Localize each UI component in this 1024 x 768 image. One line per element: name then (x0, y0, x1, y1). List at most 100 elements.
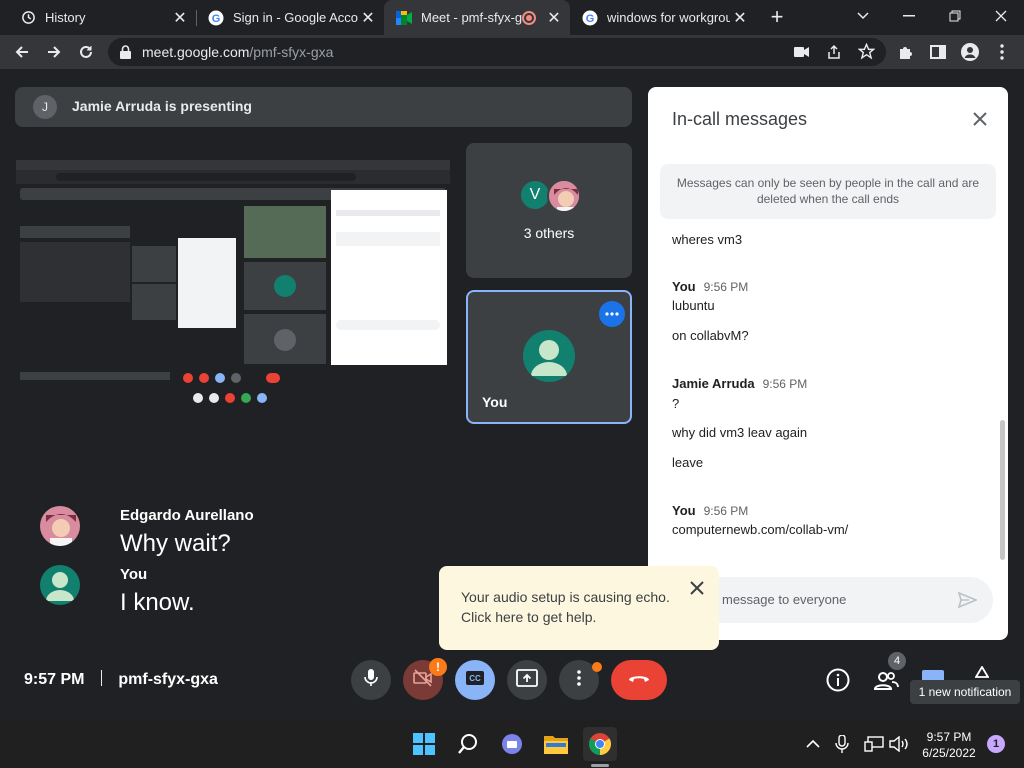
bookmark-star-icon[interactable] (857, 42, 876, 65)
svg-text:G: G (212, 13, 221, 25)
tab-title: Sign in - Google Accou (233, 10, 358, 25)
meeting-time: 9:57 PM (24, 671, 85, 688)
tray-volume-icon[interactable] (889, 735, 909, 753)
taskbar-date: 6/25/2022 (922, 746, 976, 760)
active-app-indicator (591, 764, 609, 767)
menu-kebab-icon[interactable] (988, 38, 1016, 66)
participant-tile-you[interactable]: You (466, 290, 632, 424)
history-icon (20, 10, 36, 26)
back-icon[interactable] (8, 38, 36, 66)
minimize-button[interactable] (886, 0, 932, 32)
tab-title: windows for workgrou (607, 10, 730, 25)
echo-warning-toast[interactable]: Your audio setup is causing echo. Click … (439, 566, 719, 650)
chat-message-header: You 9:56 PM (672, 279, 749, 294)
browser-toolbar: meet.google.com/pmf-sfyx-gxa (0, 35, 1024, 69)
share-icon[interactable] (826, 44, 842, 65)
recording-icon (522, 10, 536, 25)
lock-icon[interactable] (120, 45, 131, 64)
tile-options-button[interactable] (599, 301, 625, 327)
chat-message-header: You 9:56 PM (672, 503, 749, 518)
presenting-banner: J Jamie Arruda is presenting (15, 87, 632, 127)
chat-message: on collabvM? (672, 328, 749, 343)
chat-message: computernewb.com/collab-vm/ (672, 522, 849, 537)
avatar-photo (547, 179, 581, 213)
close-tab-icon[interactable]: ✕ (544, 8, 564, 28)
teams-chat-icon[interactable] (495, 727, 529, 761)
taskbar-clock[interactable]: 9:57 PM 6/25/2022 (918, 729, 980, 761)
shared-screen-image (16, 160, 450, 408)
close-tab-icon[interactable]: ✕ (730, 8, 750, 28)
tab-windows[interactable]: G windows for workgrou ✕ (570, 0, 756, 35)
svg-text:CC: CC (469, 674, 481, 683)
search-icon[interactable] (451, 727, 485, 761)
close-tab-icon[interactable]: ✕ (358, 8, 378, 28)
others-label: 3 others (523, 225, 575, 241)
side-panel-icon[interactable] (924, 38, 952, 66)
tab-search-icon[interactable] (840, 0, 886, 32)
meeting-info: 9:57 PM pmf-sfyx-gxa (24, 670, 218, 689)
taskbar-time: 9:57 PM (926, 730, 972, 744)
tab-meet[interactable]: Meet - pmf-sfyx-g ✕ (384, 0, 570, 35)
chat-message: lubuntu (672, 298, 715, 313)
presenting-text: Jamie Arruda is presenting (72, 98, 252, 114)
chat-message: why did vm3 leav again (672, 425, 808, 440)
forward-icon[interactable] (40, 38, 68, 66)
chat-scrollbar[interactable] (1000, 420, 1005, 560)
panel-title: In-call messages (672, 109, 808, 129)
leave-call-button[interactable] (611, 660, 667, 700)
close-window-button[interactable] (978, 0, 1024, 32)
tray-network-icon[interactable] (864, 736, 884, 752)
google-icon: G (208, 10, 224, 26)
tab-strip: History ✕ G Sign in - Google Accou ✕ Mee… (0, 0, 1024, 35)
activities-icon[interactable] (974, 665, 990, 680)
caption-text: Why wait? (120, 530, 231, 557)
meet-icon (396, 10, 412, 26)
you-label: You (482, 394, 508, 410)
chat-message-header: Jamie Arruda 9:56 PM (672, 376, 808, 391)
close-toast-icon[interactable] (689, 580, 705, 596)
camera-indicator-icon[interactable] (794, 45, 810, 63)
toast-line-2: Click here to get help. (461, 609, 597, 625)
close-tab-icon[interactable]: ✕ (170, 8, 190, 28)
send-icon[interactable] (957, 590, 979, 615)
tab-sign-in[interactable]: G Sign in - Google Accou ✕ (196, 0, 384, 35)
extensions-icon[interactable] (892, 38, 920, 66)
notification-tooltip: 1 new notification (910, 680, 1020, 704)
file-explorer-icon[interactable] (539, 727, 573, 761)
chrome-taskbar-icon[interactable] (583, 727, 617, 761)
reload-icon[interactable] (72, 38, 100, 66)
tray-microphone-icon[interactable] (835, 734, 849, 753)
start-windows-icon[interactable] (407, 727, 441, 761)
meeting-details-icon[interactable] (825, 667, 851, 693)
tray-chevron-up-icon[interactable] (805, 736, 821, 752)
people-count-badge: 4 (888, 652, 906, 670)
close-panel-icon[interactable] (970, 109, 990, 129)
chat-message: leave (672, 455, 704, 470)
new-tab-button[interactable]: + (764, 4, 790, 30)
people-icon[interactable] (872, 667, 900, 693)
address-bar[interactable]: meet.google.com/pmf-sfyx-gxa (108, 38, 886, 66)
tab-history[interactable]: History ✕ (8, 0, 196, 35)
toast-line-1: Your audio setup is causing echo. (461, 589, 670, 605)
caption-avatar-icon (40, 565, 80, 605)
message-input-placeholder: message to everyone (722, 592, 847, 607)
profile-icon[interactable] (956, 38, 984, 66)
more-vert-icon (577, 669, 581, 691)
shared-screen (16, 160, 450, 408)
you-avatar-icon (523, 330, 575, 382)
google-icon: G (582, 10, 598, 26)
tab-title: Meet - pmf-sfyx-g (421, 10, 522, 25)
captions-button[interactable]: CC (455, 660, 495, 700)
chat-panel: In-call messages Messages can only be se… (648, 87, 1008, 640)
chat-message: ? (672, 396, 680, 411)
notification-center-badge[interactable]: 1 (987, 735, 1005, 753)
participants-tile-others[interactable]: V 3 others (466, 143, 632, 278)
camera-button[interactable]: ! (403, 658, 447, 700)
camera-alert-badge: ! (429, 658, 447, 676)
restore-button[interactable] (932, 0, 978, 32)
caption-text: I know. (120, 589, 195, 616)
more-options-button[interactable] (559, 660, 602, 700)
present-screen-button[interactable] (507, 660, 547, 700)
captions-icon: CC (465, 670, 485, 691)
microphone-button[interactable] (351, 660, 391, 700)
